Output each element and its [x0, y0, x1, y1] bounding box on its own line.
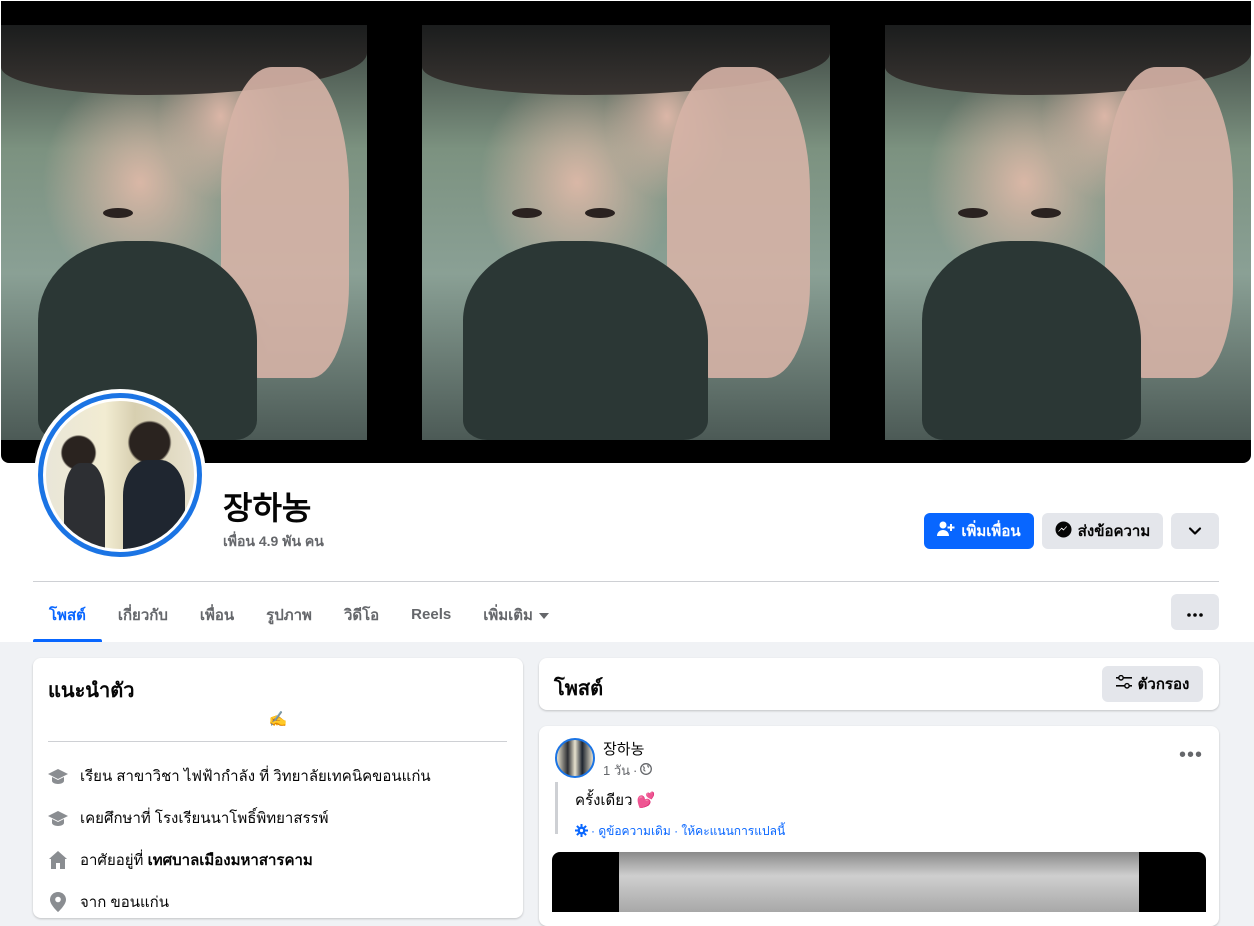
intro-item-text: เคยศึกษาที่ โรงเรียนนาโพธิ์พิทยาสรรพ์ — [80, 810, 329, 827]
post-timestamp[interactable]: 1 วัน — [603, 760, 630, 781]
story-ring — [38, 393, 202, 557]
globe-icon — [640, 763, 653, 778]
post-author-name[interactable]: 장하농 — [603, 738, 644, 759]
header-divider — [33, 581, 1219, 582]
messenger-icon — [1055, 521, 1072, 542]
location-pin-icon — [48, 892, 68, 912]
tab-label: Reels — [411, 606, 452, 623]
more-options-button[interactable] — [1171, 594, 1219, 630]
post-meta: 1 วัน · — [603, 760, 653, 781]
translation-links[interactable]: · ดูข้อความเดิม · ให้คะแนนการแปลนี้ — [591, 822, 785, 841]
add-friend-button[interactable]: เพิ่มเพื่อน — [924, 513, 1034, 549]
intro-item-link[interactable]: เทศบาลเมืองมหาสารคาม — [148, 852, 313, 869]
filter-label: ตัวกรอง — [1137, 676, 1190, 693]
tab-label: เพื่อน — [199, 606, 235, 624]
bio-text: ✍️ — [268, 711, 288, 728]
post-options-button[interactable]: ••• — [1179, 744, 1203, 767]
tab-label: เกี่ยวกับ — [117, 606, 168, 624]
caret-down-icon — [538, 606, 549, 623]
intro-item-past-education: เคยศึกษาที่ โรงเรียนนาโพธิ์พิทยาสรรพ์ — [48, 806, 329, 830]
intro-title: แนะนำตัว — [48, 680, 135, 702]
intro-item-from: จาก ขอนแก่น — [48, 890, 169, 914]
post-author-avatar[interactable] — [555, 738, 595, 778]
cover-photo-panel — [422, 25, 830, 440]
cover-photo-panel — [885, 25, 1251, 440]
post-text-content: ครั้งเดียว — [575, 792, 633, 809]
tab-label: โพสต์ — [49, 606, 86, 624]
intro-divider — [48, 741, 507, 742]
tab-reels[interactable]: Reels — [395, 587, 467, 642]
profile-options-dropdown[interactable] — [1171, 513, 1219, 549]
post-media[interactable] — [552, 852, 1206, 912]
two-hearts-emoji: 💕 — [636, 792, 656, 809]
tab-label: รูปภาพ — [266, 606, 312, 624]
filter-icon — [1115, 674, 1132, 693]
post-photo — [619, 852, 1139, 912]
cover-photo-panel — [1, 25, 367, 440]
graduation-cap-icon — [48, 808, 68, 828]
intro-item-text: เรียน สาขาวิชา ไฟฟ้ากำลัง ที่ วิทยาลัยเท… — [80, 768, 431, 785]
avatar-image — [43, 398, 197, 552]
chevron-down-icon — [1188, 523, 1202, 540]
tab-videos[interactable]: วิดีโอ — [328, 587, 395, 642]
graduation-cap-icon — [48, 766, 68, 786]
filter-button[interactable]: ตัวกรอง — [1102, 666, 1203, 702]
tab-label: วิดีโอ — [343, 606, 380, 624]
posts-title: โพสต์ — [554, 678, 604, 700]
post-card: 장하농 1 วัน · ••• ครั้งเดียว 💕 · ดูข้อความ… — [539, 726, 1219, 926]
translation-bar: · ดูข้อความเดิม · ให้คะแนนการแปลนี้ — [575, 822, 785, 841]
intro-item-education: เรียน สาขาวิชา ไฟฟ้ากำลัง ที่ วิทยาลัยเท… — [48, 764, 431, 788]
profile-name: 장하농 — [223, 490, 312, 526]
tab-about[interactable]: เกี่ยวกับ — [102, 587, 184, 642]
profile-tabs: โพสต์ เกี่ยวกับ เพื่อน รูปภาพ วิดีโอ Ree… — [33, 587, 565, 642]
tab-photos[interactable]: รูปภาพ — [250, 587, 328, 642]
tab-label: เพิ่มเติม — [483, 606, 533, 624]
tab-more[interactable]: เพิ่มเติม — [467, 587, 565, 642]
add-friend-label: เพิ่มเพื่อน — [961, 523, 1021, 540]
posts-header-card: โพสต์ ตัวกรอง — [539, 658, 1219, 710]
tab-posts[interactable]: โพสต์ — [33, 587, 102, 642]
message-label: ส่งข้อความ — [1077, 523, 1151, 540]
post-text: ครั้งเดียว 💕 — [575, 788, 785, 812]
ellipsis-icon — [1187, 604, 1203, 621]
intro-item-lives-in: อาศัยอยู่ที่ เทศบาลเมืองมหาสารคาม — [48, 848, 313, 872]
friends-count[interactable]: เพื่อน 4.9 พัน คน — [223, 531, 324, 553]
message-button[interactable]: ส่งข้อความ — [1042, 513, 1163, 549]
add-friend-icon — [937, 521, 955, 541]
gear-icon — [575, 823, 588, 840]
intro-item-text: อาศัยอยู่ที่ — [80, 852, 148, 869]
cover-photo[interactable] — [1, 1, 1251, 463]
tab-friends[interactable]: เพื่อน — [184, 587, 250, 642]
post-body: ครั้งเดียว 💕 · ดูข้อความเดิม · ให้คะแนนก… — [555, 782, 785, 838]
intro-item-text: จาก ขอนแก่น — [80, 894, 169, 911]
intro-card: แนะนำตัว ✍️ เรียน สาขาวิชา ไฟฟ้ากำลัง ที… — [33, 658, 523, 918]
profile-avatar[interactable] — [34, 389, 206, 561]
home-icon — [48, 850, 68, 870]
